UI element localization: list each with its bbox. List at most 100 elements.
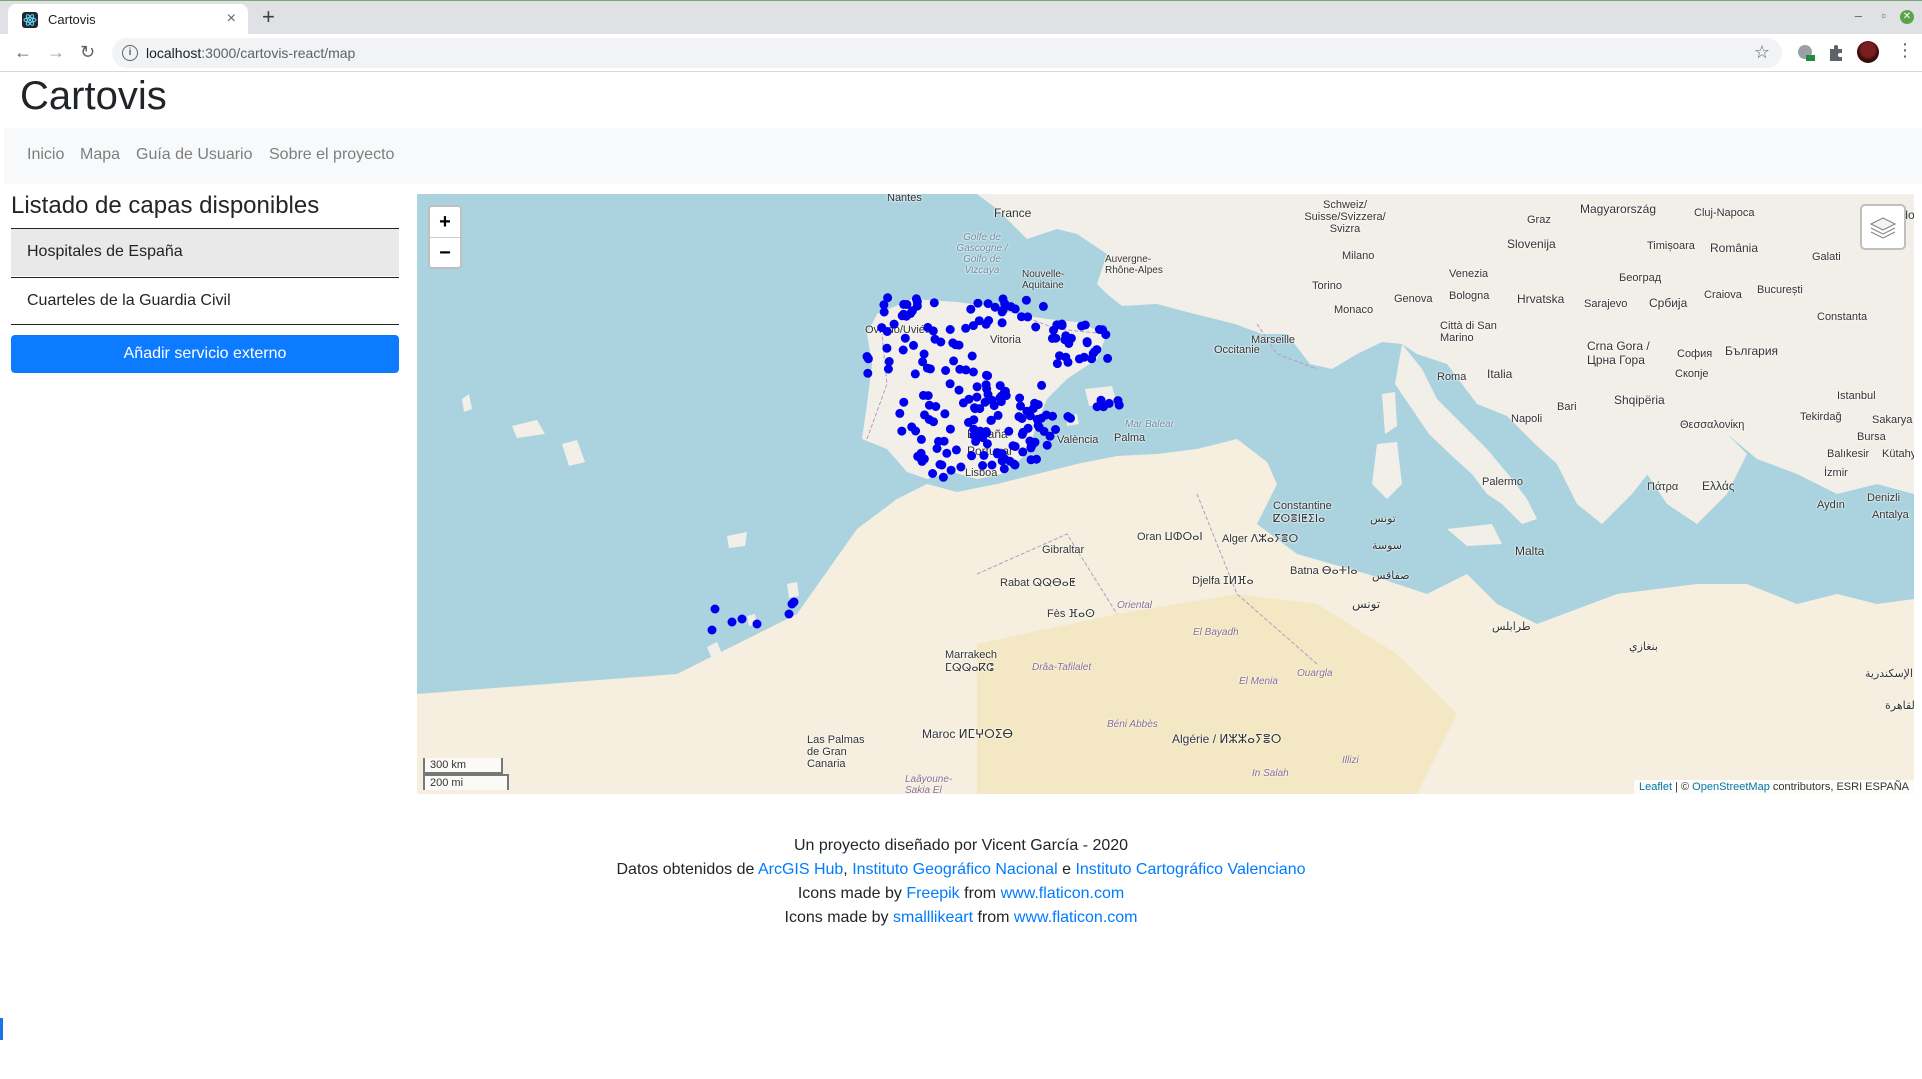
hospital-marker[interactable] <box>969 424 979 434</box>
hospital-marker[interactable] <box>961 323 971 333</box>
hospital-marker[interactable] <box>882 343 892 353</box>
hospital-marker[interactable] <box>784 609 794 619</box>
add-external-service-button[interactable]: Añadir servicio externo <box>11 335 399 373</box>
hospital-marker[interactable] <box>879 307 889 317</box>
hospital-marker[interactable] <box>1038 301 1048 311</box>
hospital-marker[interactable] <box>897 426 907 436</box>
bookmark-star-icon[interactable]: ☆ <box>1754 42 1770 63</box>
hospital-marker[interactable] <box>899 299 909 309</box>
hospital-marker[interactable] <box>1004 426 1014 436</box>
hospital-marker[interactable] <box>999 464 1009 474</box>
hospital-marker[interactable] <box>941 366 951 375</box>
hospital-marker[interactable] <box>970 404 980 414</box>
hospital-marker[interactable] <box>946 465 956 475</box>
hospital-marker[interactable] <box>966 304 976 314</box>
profile-avatar[interactable] <box>1857 41 1879 63</box>
hospital-marker[interactable] <box>1018 447 1028 457</box>
hospital-marker[interactable] <box>923 391 933 401</box>
hospital-marker[interactable] <box>998 305 1008 315</box>
hospital-marker[interactable] <box>916 434 926 444</box>
layer-item-cuarteles[interactable]: Cuarteles de la Guardia Civil <box>11 277 399 325</box>
hospital-marker[interactable] <box>899 397 909 407</box>
hospital-marker[interactable] <box>911 426 921 436</box>
hospital-marker[interactable] <box>1030 398 1040 408</box>
hospital-marker[interactable] <box>951 445 961 455</box>
hospital-marker[interactable] <box>938 472 948 482</box>
hospital-marker[interactable] <box>935 460 945 469</box>
hospital-marker[interactable] <box>883 293 893 303</box>
hospital-marker[interactable] <box>863 368 873 378</box>
hospital-marker[interactable] <box>956 462 966 472</box>
layers-control-icon[interactable] <box>1860 204 1906 250</box>
hospital-marker[interactable] <box>992 448 1002 458</box>
hospital-marker[interactable] <box>1014 412 1024 422</box>
hospital-marker[interactable] <box>1017 429 1027 439</box>
hospital-marker[interactable] <box>1048 411 1057 421</box>
hospital-marker[interactable] <box>1051 333 1061 343</box>
hospital-marker[interactable] <box>1008 441 1018 451</box>
hospital-marker[interactable] <box>1087 354 1097 364</box>
puzzle-extensions-icon[interactable] <box>1826 43 1846 63</box>
hospital-marker[interactable] <box>1037 380 1047 390</box>
hospital-marker[interactable] <box>1017 312 1026 322</box>
hospital-marker[interactable] <box>1036 413 1046 423</box>
hospital-marker[interactable] <box>923 322 933 332</box>
hospital-marker[interactable] <box>1061 331 1071 341</box>
hospital-marker[interactable] <box>1031 322 1041 332</box>
hospital-marker[interactable] <box>984 316 994 325</box>
hospital-marker[interactable] <box>940 409 950 419</box>
osm-link[interactable]: OpenStreetMap <box>1692 781 1770 793</box>
minimize-icon[interactable]: – <box>1855 8 1862 23</box>
hospital-marker[interactable] <box>1057 319 1067 329</box>
hospital-marker[interactable] <box>967 351 977 361</box>
hospital-marker[interactable] <box>882 327 892 336</box>
window-close-icon[interactable]: ✕ <box>1900 10 1914 24</box>
hospital-marker[interactable] <box>1022 406 1032 416</box>
app-brand[interactable]: Cartovis <box>20 74 167 119</box>
freepik-link[interactable]: Freepik <box>906 885 959 902</box>
hospital-marker[interactable] <box>1045 431 1055 441</box>
hospital-marker[interactable] <box>863 354 873 364</box>
hospital-marker[interactable] <box>1000 387 1009 397</box>
hospital-marker[interactable] <box>928 469 938 478</box>
hospital-marker[interactable] <box>1061 352 1071 362</box>
layer-item-hospitales[interactable]: Hospitales de España <box>11 228 399 276</box>
hospital-marker[interactable] <box>710 604 720 614</box>
hospital-marker[interactable] <box>1092 402 1102 412</box>
hospital-marker[interactable] <box>1010 460 1020 470</box>
hospital-marker[interactable] <box>1077 321 1087 331</box>
hospital-marker[interactable] <box>1103 353 1113 363</box>
arcgis-hub-link[interactable]: ArcGIS Hub <box>758 861 843 878</box>
browser-tab[interactable]: Cartovis × <box>8 4 248 35</box>
info-icon[interactable]: i <box>122 45 138 61</box>
nav-link-mapa[interactable]: Mapa <box>80 146 120 164</box>
hospital-marker[interactable] <box>909 340 918 350</box>
hospital-marker[interactable] <box>979 450 989 460</box>
flaticon-link[interactable]: www.flaticon.com <box>1001 885 1125 902</box>
hospital-marker[interactable] <box>997 318 1007 328</box>
hospital-marker[interactable] <box>983 299 993 309</box>
hospital-marker[interactable] <box>897 311 907 321</box>
hospital-marker[interactable] <box>924 400 934 410</box>
zoom-in-button[interactable]: + <box>430 207 460 238</box>
back-arrow-icon[interactable]: ← <box>14 42 32 62</box>
hospital-marker[interactable] <box>987 460 997 470</box>
hospital-marker[interactable] <box>789 597 799 607</box>
hospital-marker[interactable] <box>1021 295 1031 305</box>
tab-close-icon[interactable]: × <box>227 10 236 28</box>
hospital-marker[interactable] <box>968 321 978 331</box>
hospital-marker[interactable] <box>964 394 974 404</box>
hospital-marker[interactable] <box>1079 352 1089 362</box>
hospital-marker[interactable] <box>1082 338 1092 348</box>
maximize-icon[interactable]: ▫ <box>1881 8 1886 23</box>
hospital-marker[interactable] <box>1015 393 1025 403</box>
hospital-marker[interactable] <box>1063 412 1073 421</box>
forward-arrow-icon[interactable]: → <box>47 42 65 62</box>
nav-link-guia[interactable]: Guía de Usuario <box>136 146 253 164</box>
hospital-marker[interactable] <box>930 334 940 344</box>
browser-menu-icon[interactable]: ⋮ <box>1896 40 1914 61</box>
hospital-marker[interactable] <box>1042 440 1052 450</box>
hospital-marker[interactable] <box>967 451 977 461</box>
hospital-marker[interactable] <box>919 349 929 359</box>
hospital-marker[interactable] <box>954 385 964 395</box>
